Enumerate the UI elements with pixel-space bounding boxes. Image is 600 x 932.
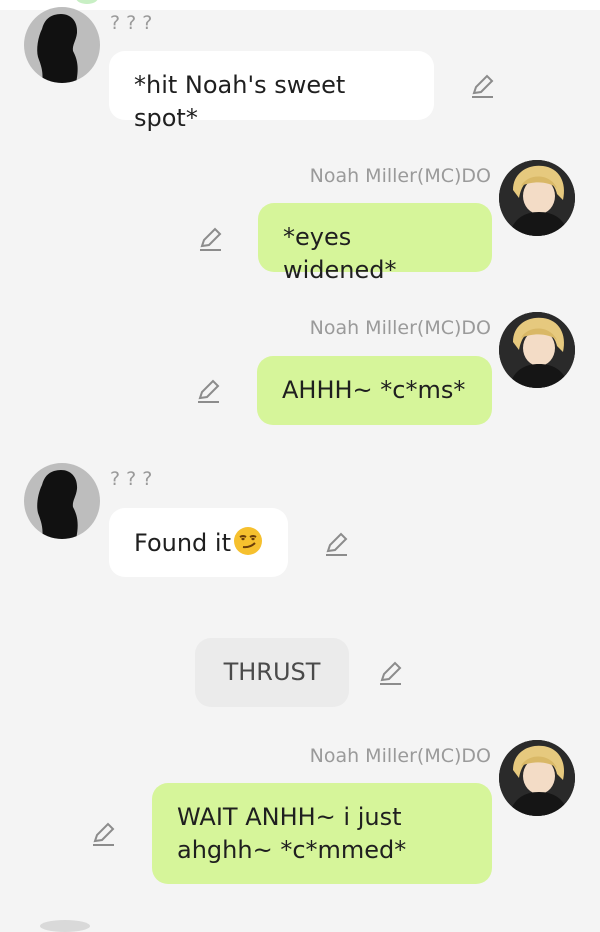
sender-name: Noah Miller(MC)DO [309,317,491,339]
pencil-icon[interactable] [469,73,495,99]
silhouette-icon [37,469,78,539]
avatar-unknown[interactable] [24,463,100,539]
partial-avatar-bottom [40,920,90,932]
sender-name: Noah Miller(MC)DO [309,165,491,187]
message-bubble[interactable]: *hit Noah's sweet spot* [109,51,434,132]
character-portrait-icon [499,160,575,236]
pencil-icon[interactable] [90,821,116,847]
sender-name: Noah Miller(MC)DO [309,745,491,767]
smirk-face-emoji-icon [234,527,262,555]
message-bubble[interactable]: Found it [109,508,288,577]
message-line: ahghh~ *c*mmed* [177,836,407,864]
character-portrait-icon [499,312,575,388]
pencil-icon[interactable] [197,226,223,252]
avatar-noah[interactable] [499,312,575,388]
message-bubble[interactable]: *eyes widened* [258,203,492,284]
message-line: WAIT ANHH~ i just [177,803,402,831]
silhouette-icon [37,14,78,83]
pencil-icon[interactable] [377,660,403,686]
message-bubble[interactable]: AHHH~ *c*ms* [257,356,492,425]
avatar-noah[interactable] [499,740,575,816]
message-bubble[interactable]: WAIT ANHH~ i just ahghh~ *c*mmed* [152,783,492,884]
avatar-unknown[interactable] [24,7,100,83]
pencil-icon[interactable] [323,531,349,557]
character-portrait-icon [499,740,575,816]
avatar-noah[interactable] [499,160,575,236]
sender-name: ? ? ? [110,12,153,34]
sender-name: ? ? ? [110,468,153,490]
narration-bubble[interactable]: THRUST [195,638,349,707]
pencil-icon[interactable] [195,378,221,404]
message-text: Found it [134,529,231,557]
